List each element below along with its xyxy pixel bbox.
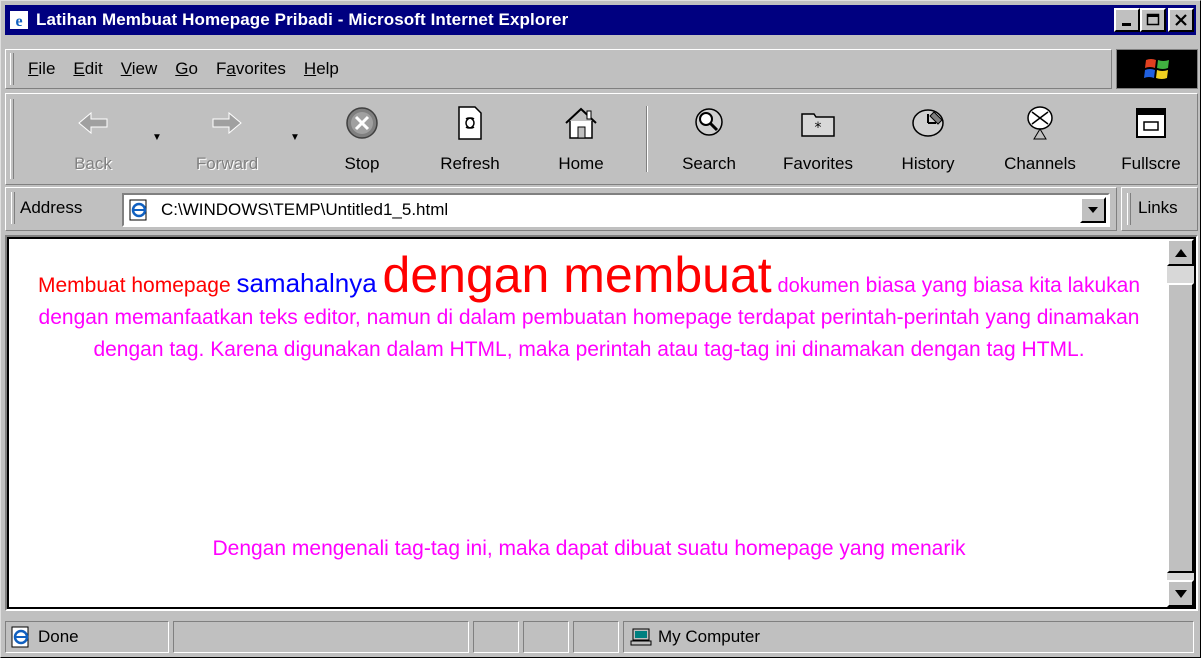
scroll-down-button[interactable] <box>1167 580 1194 607</box>
svg-text:e: e <box>15 13 22 30</box>
back-button[interactable]: Back <box>58 96 128 182</box>
page-status-icon <box>10 626 32 648</box>
scroll-thumb[interactable] <box>1167 283 1194 573</box>
address-dropdown-button[interactable] <box>1080 197 1106 223</box>
home-icon <box>559 100 603 146</box>
address-grip[interactable] <box>11 192 15 224</box>
channels-satellite-icon <box>1018 100 1062 146</box>
menu-go[interactable]: Go <box>175 59 198 79</box>
scroll-up-button[interactable] <box>1167 239 1194 266</box>
minimize-button[interactable] <box>1114 8 1140 32</box>
my-computer-icon <box>630 627 652 647</box>
fullscreen-button[interactable]: Fullscre <box>1108 96 1194 182</box>
home-button[interactable]: Home <box>546 96 616 182</box>
links-grip[interactable] <box>1127 193 1131 225</box>
menu-favorites[interactable]: Favorites <box>216 59 286 79</box>
favorites-folder-icon: * <box>796 100 840 146</box>
text-large-red: dengan membuat <box>382 247 772 303</box>
stop-icon <box>340 100 384 146</box>
text-blue-emphasis: samahalnya <box>236 268 377 298</box>
search-icon <box>687 100 731 146</box>
status-bar: Done My Computer <box>5 619 1198 655</box>
standard-toolbar: Back ▼ Forward ▼ Stop Refresh Home Searc… <box>5 93 1198 185</box>
search-button[interactable]: Search <box>670 96 748 182</box>
menu-view[interactable]: View <box>121 59 158 79</box>
menu-edit[interactable]: Edit <box>73 59 102 79</box>
status-panel-offline <box>573 621 619 653</box>
back-dropdown-icon[interactable]: ▼ <box>152 132 162 143</box>
status-zone-panel: My Computer <box>623 621 1194 653</box>
favorites-button[interactable]: * Favorites <box>768 96 868 182</box>
maximize-button[interactable] <box>1140 8 1166 32</box>
browser-window: e Latihan Membuat Homepage Pribadi - Mic… <box>0 0 1201 658</box>
title-bar[interactable]: e Latihan Membuat Homepage Pribadi - Mic… <box>5 5 1196 35</box>
status-text: Done <box>38 627 79 646</box>
address-input[interactable]: C:\WINDOWS\TEMP\Untitled1_5.html <box>122 193 1110 227</box>
status-text-panel: Done <box>5 621 169 653</box>
address-label: Address <box>20 198 83 217</box>
toolbar-grip[interactable] <box>10 99 14 179</box>
content-frame: Membuat homepage samahalnya dengan membu… <box>5 235 1198 611</box>
main-paragraph: Membuat homepage samahalnya dengan membu… <box>29 250 1149 366</box>
history-icon <box>906 100 950 146</box>
refresh-icon <box>448 100 492 146</box>
window-title: Latihan Membuat Homepage Pribadi - Micro… <box>36 10 569 29</box>
windows-logo-icon <box>1116 49 1198 89</box>
back-arrow-icon <box>71 100 115 146</box>
fullscreen-icon <box>1129 100 1173 146</box>
ie-logo-icon: e <box>8 9 30 31</box>
toolbar-separator <box>646 106 648 172</box>
menu-file[interactable]: File <box>28 59 55 79</box>
links-bar[interactable]: Links <box>1121 187 1198 231</box>
status-panel-progress <box>473 621 519 653</box>
menu-help[interactable]: Help <box>304 59 339 79</box>
zone-label: My Computer <box>658 627 761 646</box>
stop-button[interactable]: Stop <box>334 96 390 182</box>
address-bar: Address C:\WINDOWS\TEMP\Untitled1_5.html <box>5 187 1117 231</box>
channels-button[interactable]: Channels <box>992 96 1088 182</box>
close-button[interactable] <box>1168 8 1194 32</box>
refresh-button[interactable]: Refresh <box>430 96 510 182</box>
svg-text:*: * <box>815 120 822 136</box>
address-value: C:\WINDOWS\TEMP\Untitled1_5.html <box>161 200 449 219</box>
text-red-intro: Membuat homepage <box>38 274 231 297</box>
history-button[interactable]: History <box>888 96 968 182</box>
links-label: Links <box>1138 198 1178 217</box>
status-panel-secure <box>523 621 569 653</box>
vertical-scrollbar[interactable] <box>1167 239 1194 607</box>
page-view: Membuat homepage samahalnya dengan membu… <box>9 239 1167 607</box>
page-icon <box>127 198 151 222</box>
second-paragraph: Dengan mengenali tag-tag ini, maka dapat… <box>212 537 966 560</box>
menu-bar: File Edit View Go Favorites Help <box>5 49 1112 89</box>
forward-arrow-icon <box>205 100 249 146</box>
forward-button[interactable]: Forward <box>182 96 272 182</box>
status-panel-empty <box>173 621 469 653</box>
forward-dropdown-icon[interactable]: ▼ <box>290 132 300 143</box>
menu-grip[interactable] <box>10 53 14 85</box>
text-magenta-word: dokumen <box>777 275 860 297</box>
